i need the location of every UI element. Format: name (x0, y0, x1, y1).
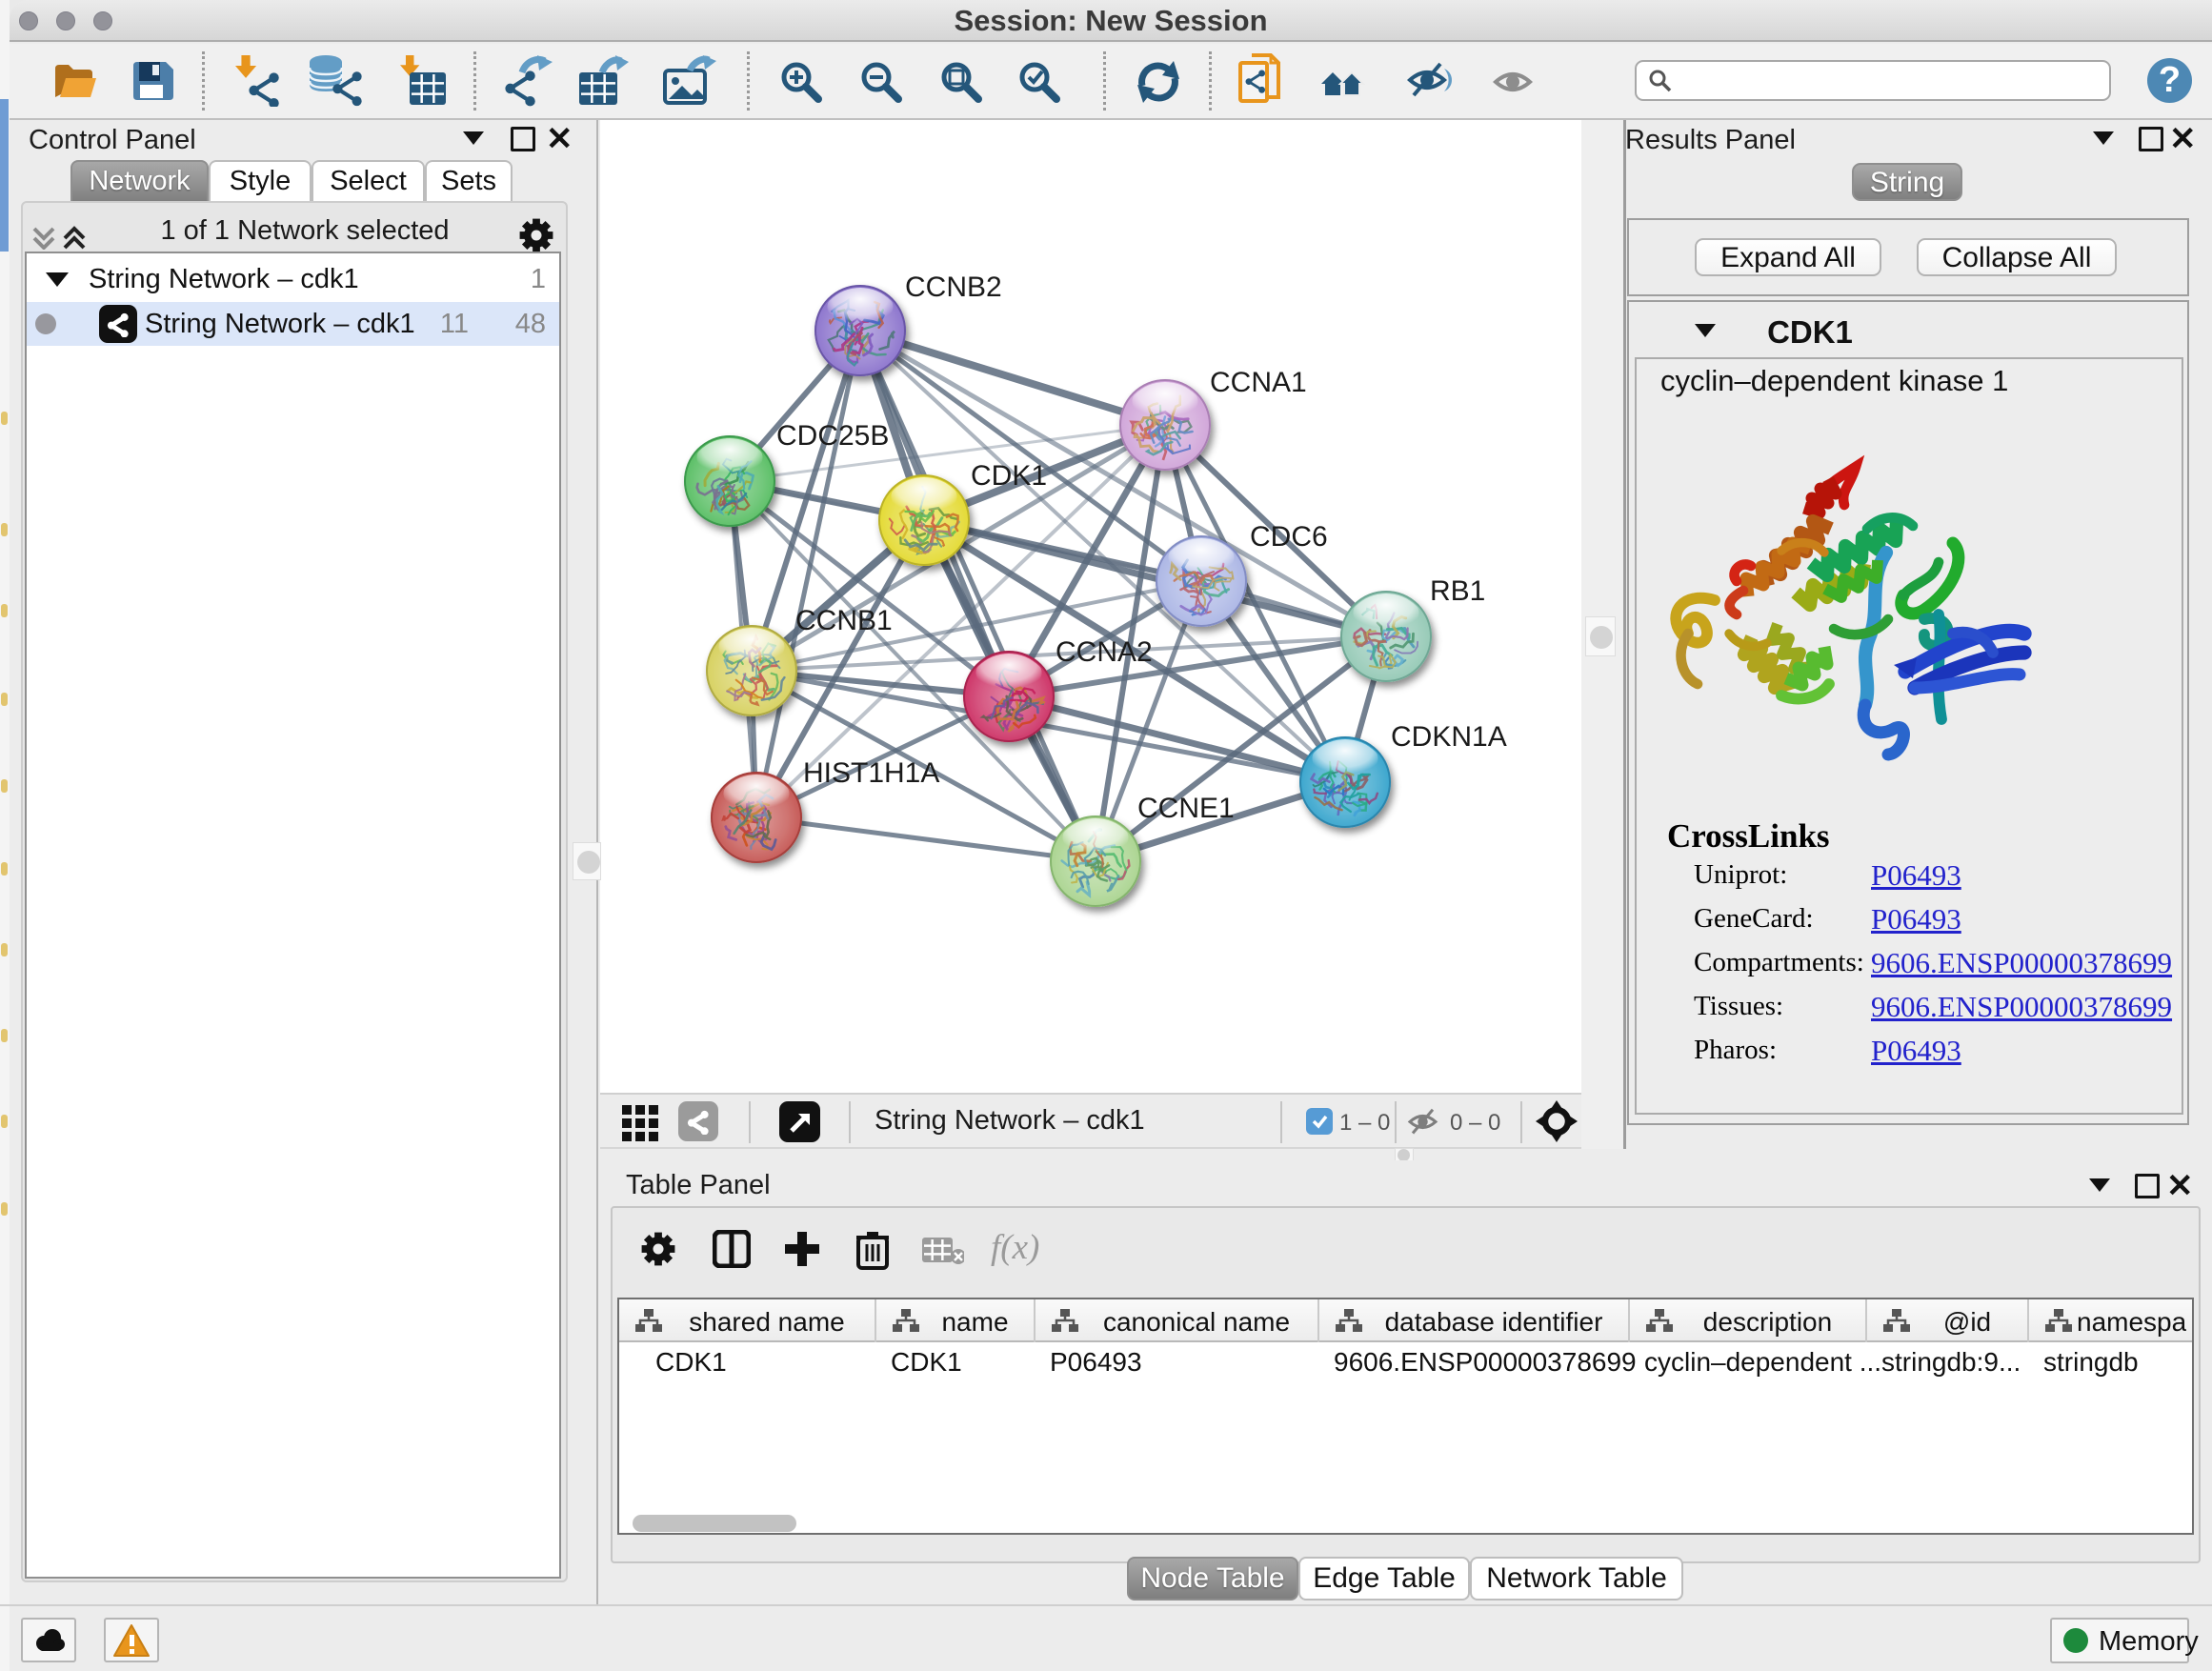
svg-text:CDC25B: CDC25B (776, 420, 889, 452)
svg-text:CCNB2: CCNB2 (905, 272, 1002, 303)
svg-text:RB1: RB1 (1430, 575, 1485, 607)
svg-text:CCNA2: CCNA2 (1056, 636, 1153, 668)
svg-text:CCNE1: CCNE1 (1137, 793, 1235, 824)
svg-text:CDC6: CDC6 (1250, 521, 1328, 553)
svg-text:CCNB1: CCNB1 (795, 605, 893, 636)
svg-text:HIST1H1A: HIST1H1A (803, 757, 939, 789)
svg-text:CCNA1: CCNA1 (1210, 367, 1307, 398)
svg-text:CDKN1A: CDKN1A (1391, 721, 1507, 753)
svg-text:CDK1: CDK1 (971, 460, 1047, 492)
